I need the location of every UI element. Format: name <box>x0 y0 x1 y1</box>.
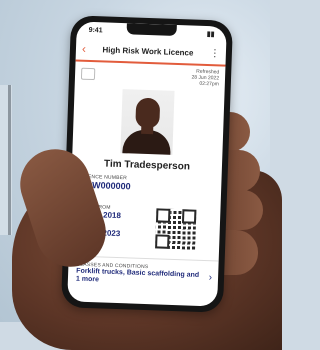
back-icon[interactable]: ‹ <box>82 42 86 56</box>
holder-name: Tim Tradesperson <box>103 158 191 173</box>
qr-code <box>155 208 197 250</box>
smartphone: 9:41 ▮▮ ‹ High Risk Work Licence ⋮ Refre… <box>60 15 234 313</box>
holder-photo <box>120 89 175 155</box>
page-title: High Risk Work Licence <box>102 44 194 58</box>
chevron-right-icon[interactable]: › <box>209 272 213 283</box>
licence-meta: Refreshed 28 Jun 2022 02:27pm <box>75 61 226 92</box>
refresh-info: Refreshed 28 Jun 2022 02:27pm <box>191 68 220 88</box>
notch <box>126 23 177 36</box>
status-time: 9:41 <box>88 26 103 34</box>
government-logo <box>80 67 96 81</box>
conditions-value: Forklift trucks, Basic scaffolding and 1… <box>75 267 200 284</box>
phone-screen: 9:41 ▮▮ ‹ High Risk Work Licence ⋮ Refre… <box>67 21 227 307</box>
battery-icon: ▮▮ <box>206 31 215 39</box>
more-icon[interactable]: ⋮ <box>210 48 220 59</box>
background-object <box>0 85 12 235</box>
conditions-row[interactable]: CLASSES AND CONDITIONS Forklift trucks, … <box>76 262 203 288</box>
